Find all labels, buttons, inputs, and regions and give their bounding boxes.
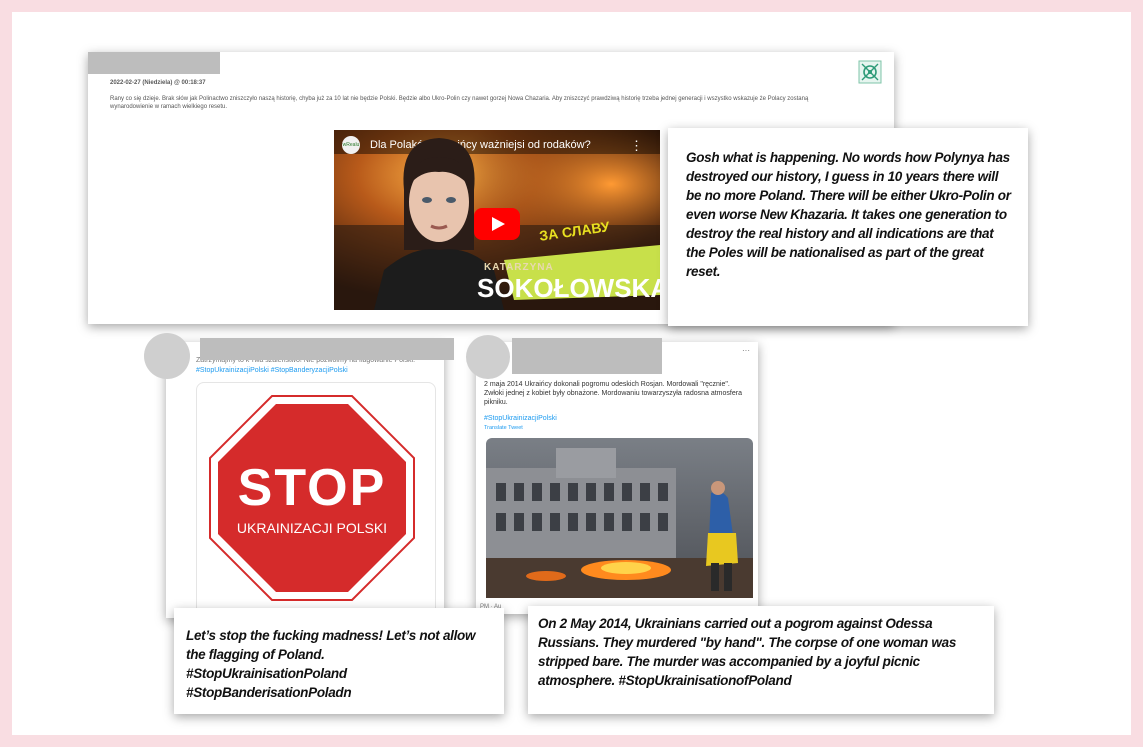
overlay-last-name: SOKOŁOWSKA — [477, 273, 660, 303]
video-menu-icon[interactable]: ⋮ — [630, 138, 643, 154]
post-date: 2022-02-27 (Niedziela) @ 00:18:37 — [110, 80, 206, 86]
translation-box-1: Gosh what is happening. No words how Pol… — [668, 128, 1028, 326]
tweet1-redacted-name — [200, 338, 454, 360]
tweet-card-2: ··· 2 maja 2014 Ukraińcy dokonali pogrom… — [476, 342, 758, 614]
tweet2-hashtag[interactable]: #StopUkrainizacjiPolski — [484, 414, 557, 423]
channel-name: wRealu — [342, 142, 360, 148]
burning-building-photo — [486, 438, 753, 598]
embedded-video[interactable]: wRealu Dla Polaków Ukraińcy ważniejsi od… — [334, 130, 660, 310]
network-logo-icon — [858, 60, 882, 84]
channel-avatar: wRealu — [342, 136, 360, 154]
translation-text-3: On 2 May 2014, Ukrainians carried out a … — [538, 616, 957, 688]
post-text: Rany co się dzieje. Brak słów jak Polina… — [110, 96, 809, 110]
translate-tweet-link[interactable]: Translate Tweet — [484, 424, 523, 433]
overlay-first-name: KATARZYNA — [484, 262, 554, 273]
translation-text-1: Gosh what is happening. No words how Pol… — [686, 150, 1011, 279]
stop-sign-subtext: UKRAINIZACJI POLSKI — [236, 520, 388, 536]
tweet2-avatar — [466, 335, 510, 379]
tweet2-redacted-name — [512, 338, 662, 374]
tweet2-menu-icon[interactable]: ··· — [742, 346, 750, 355]
youtube-play-icon[interactable] — [474, 208, 520, 245]
tweet1-hashtags[interactable]: #StopUkrainizacjiPolski #StopBanderyzacj… — [196, 366, 436, 375]
tweet-card-1: Zatrzymajmy to k*rwa szaleństwo! Nie poz… — [166, 342, 444, 618]
translation-box-3: On 2 May 2014, Ukrainians carried out a … — [528, 606, 994, 714]
redacted-username — [88, 52, 220, 74]
translation-text-2: Let’s stop the fucking madness! Let’s no… — [186, 628, 476, 700]
translation-box-2: Let’s stop the fucking madness! Let’s no… — [174, 608, 504, 714]
tweet2-text: 2 maja 2014 Ukraińcy dokonali pogromu od… — [484, 381, 742, 406]
stop-sign-text: STOP — [237, 459, 387, 517]
tweet1-avatar — [144, 333, 190, 379]
